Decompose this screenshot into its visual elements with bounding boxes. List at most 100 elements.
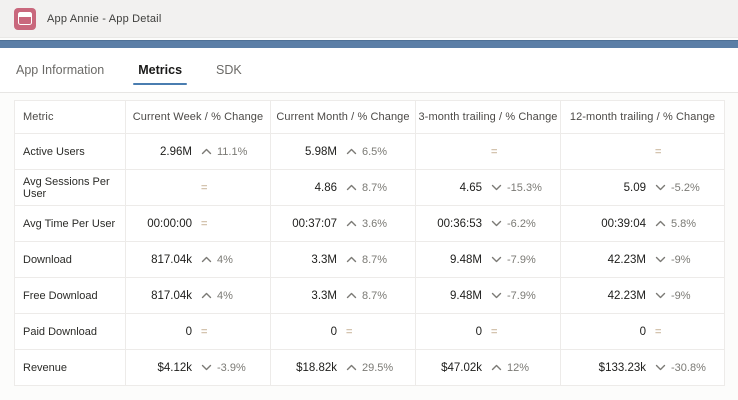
change-indicator: 3.6% [346,218,402,230]
table-row: Avg Sessions Per User=4.868.7%4.65-15.3%… [15,170,725,206]
change-indicator: -5.2% [655,182,711,194]
change-percent: -7.9% [507,290,536,302]
flat-trend-icon: = [491,326,497,338]
change-indicator: = [201,326,257,338]
table-header-row: Metric Current Week / % Change Current M… [15,101,725,134]
metric-value-cell: 0= [561,314,725,350]
tab-app-information[interactable]: App Information [16,48,104,92]
change-percent: 6.5% [362,146,387,158]
trend-down-icon [491,184,502,191]
metric-value-cell: 00:39:04 5.8% [561,206,725,242]
trend-up-icon [201,292,212,299]
column-header-metric: Metric [15,101,126,134]
table-row: Free Download 817.04k 4% 3.3M 8.7% 9.48M-7.9%… [15,278,725,314]
metric-value: 0 [476,326,482,338]
flat-trend-icon: = [655,146,661,158]
change-percent: -9% [671,290,691,302]
table-row: Revenue$4.12k-3.9%$18.82k29.5%$47.02k12%… [15,350,725,386]
tab-metrics[interactable]: Metrics [138,48,182,92]
metric-value: $133.23k [599,362,646,374]
metric-value-cell: 3.3M 8.7% [271,278,416,314]
change-indicator: 8.7% [346,182,402,194]
metric-value-cell: 2.96M 11.1% [126,134,271,170]
metric-value-cell: 00:36:53 -6.2% [416,206,561,242]
column-header-3-month-trailing: 3-month trailing / % Change [416,101,561,134]
trend-up-icon [346,220,357,227]
metric-value: 817.04k [151,290,192,302]
change-indicator: 4% [201,254,257,266]
change-percent: 11.1% [217,146,247,158]
change-percent: 4% [217,254,233,266]
metric-value: 0 [186,326,192,338]
metric-value-cell: 42.23M-9% [561,278,725,314]
change-percent: 8.7% [362,290,387,302]
trend-up-icon [346,364,357,371]
change-indicator: -7.9% [491,290,547,302]
metric-value-cell: = [561,134,725,170]
metric-value: 3.3M [311,254,337,266]
trend-up-icon [346,184,357,191]
metric-value: 0 [331,326,337,338]
trend-up-icon [346,256,357,263]
metric-value-cell: 9.48M-7.9% [416,242,561,278]
app-window-icon [14,8,36,30]
metric-name-cell: Active Users [15,134,126,170]
change-indicator: 8.7% [346,254,402,266]
change-indicator: = [655,146,711,158]
change-indicator: 6.5% [346,146,402,158]
accent-divider-band [0,40,738,48]
metric-value-cell: 0= [271,314,416,350]
change-indicator: -3.9% [201,362,257,374]
metric-value-cell: 0= [416,314,561,350]
metric-value: 00:36:53 [437,218,482,230]
metric-value: 00:39:04 [601,218,646,230]
metric-value: $47.02k [441,362,482,374]
flat-trend-icon: = [201,182,207,194]
trend-down-icon [655,364,666,371]
change-percent: 5.8% [671,218,696,230]
trend-down-icon [655,184,666,191]
metric-name-cell: Avg Sessions Per User [15,170,126,206]
metric-value: 2.96M [160,146,192,158]
change-indicator: = [201,218,257,230]
metric-value: 3.3M [311,290,337,302]
metric-value: 4.65 [460,182,482,194]
metric-value-cell: 00:37:07 3.6% [271,206,416,242]
table-row: Paid Download0=0=0=0= [15,314,725,350]
metrics-table-body: Active Users2.96M11.1%5.98M6.5%==Avg Ses… [15,134,725,386]
change-indicator: 4% [201,290,257,302]
change-indicator: 11.1% [201,146,257,158]
change-percent: -15.3% [507,182,542,194]
trend-up-icon [201,148,212,155]
trend-down-icon [655,256,666,263]
change-indicator: 29.5% [346,362,402,374]
page-title: App Annie - App Detail [47,13,161,25]
tab-sdk[interactable]: SDK [216,48,242,92]
change-indicator: 12% [491,362,547,374]
metric-value-cell: $18.82k29.5% [271,350,416,386]
trend-up-icon [655,220,666,227]
metric-value-cell: $4.12k-3.9% [126,350,271,386]
metric-value-cell: 5.09-5.2% [561,170,725,206]
metric-value: 00:37:07 [292,218,337,230]
trend-down-icon [491,256,502,263]
metric-value-cell: 9.48M-7.9% [416,278,561,314]
metric-name-cell: Download [15,242,126,278]
metric-value-cell: $133.23k-30.8% [561,350,725,386]
flat-trend-icon: = [655,326,661,338]
flat-trend-icon: = [491,146,497,158]
metric-value-cell: 0= [126,314,271,350]
metric-value-cell: = [126,170,271,206]
trend-up-icon [201,256,212,263]
change-percent: 8.7% [362,254,387,266]
change-percent: -6.2% [507,218,536,230]
metric-value: 0 [640,326,646,338]
change-percent: 4% [217,290,233,302]
window-titlebar [18,12,32,17]
metric-value-cell: $47.02k 12% [416,350,561,386]
change-percent: -9% [671,254,691,266]
change-indicator: = [346,326,402,338]
change-indicator: -15.3% [491,182,547,194]
change-indicator: -9% [655,290,711,302]
metric-name-cell: Free Download [15,278,126,314]
